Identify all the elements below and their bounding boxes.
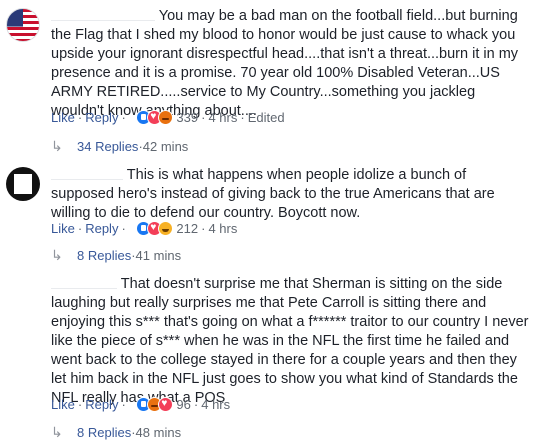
comment-actions: Like·Reply· 212·4 hrs bbox=[51, 220, 237, 238]
replies-time: 48 mins bbox=[135, 425, 182, 440]
reply-arrow-icon: ↳ bbox=[51, 138, 63, 154]
like-link[interactable]: Like bbox=[51, 110, 75, 125]
reactions[interactable] bbox=[136, 220, 174, 237]
timestamp[interactable]: 4 hrs bbox=[208, 221, 237, 236]
replies-time: 42 mins bbox=[142, 139, 189, 154]
edited-label[interactable]: Edited bbox=[248, 110, 285, 125]
replies-time: 41 mins bbox=[135, 248, 182, 263]
comment-body: This is what happens when people idolize… bbox=[51, 166, 531, 223]
commenter-name[interactable] bbox=[51, 8, 155, 21]
reaction-count: 96 bbox=[176, 397, 191, 412]
reply-link[interactable]: Reply bbox=[85, 221, 118, 236]
comment-actions: Like·Reply· 339·4 hrs·Edited bbox=[51, 109, 285, 127]
replies-count[interactable]: 34 Replies bbox=[77, 139, 138, 154]
reaction-count: 212 bbox=[176, 221, 199, 236]
timestamp[interactable]: 4 hrs bbox=[201, 397, 230, 412]
replies-count[interactable]: 8 Replies bbox=[77, 248, 131, 263]
view-replies[interactable]: ↳ 8 Replies·41 mins bbox=[51, 246, 181, 264]
reactions[interactable] bbox=[136, 396, 174, 413]
timestamp[interactable]: 4 hrs bbox=[208, 110, 237, 125]
avatar-image bbox=[14, 174, 32, 194]
reaction-count: 339 bbox=[176, 110, 199, 125]
reactions[interactable] bbox=[136, 109, 174, 126]
comment-text: You may be a bad man on the football fie… bbox=[51, 8, 519, 119]
love-reaction-icon bbox=[158, 396, 174, 412]
commenter-name[interactable] bbox=[51, 167, 123, 180]
like-link[interactable]: Like bbox=[51, 221, 75, 236]
avatar[interactable] bbox=[6, 8, 40, 42]
comment-body: You may be a bad man on the football fie… bbox=[51, 7, 531, 121]
commenter-name[interactable] bbox=[51, 276, 117, 289]
reply-link[interactable]: Reply bbox=[85, 110, 118, 125]
like-link[interactable]: Like bbox=[51, 397, 75, 412]
comment-actions: Like·Reply· 96·4 hrs bbox=[51, 396, 230, 414]
reply-arrow-icon: ↳ bbox=[51, 424, 63, 440]
angry-reaction-icon bbox=[158, 110, 174, 125]
reply-link[interactable]: Reply bbox=[85, 397, 118, 412]
avatar[interactable] bbox=[6, 167, 40, 201]
view-replies[interactable]: ↳ 8 Replies·48 mins bbox=[51, 423, 181, 441]
replies-count[interactable]: 8 Replies bbox=[77, 425, 131, 440]
view-replies[interactable]: ↳ 34 Replies·42 mins bbox=[51, 137, 188, 155]
reply-arrow-icon: ↳ bbox=[51, 247, 63, 263]
haha-reaction-icon bbox=[158, 221, 174, 236]
comment-text: That doesn't surprise me that Sherman is… bbox=[51, 276, 529, 406]
comment-body: That doesn't surprise me that Sherman is… bbox=[51, 275, 531, 408]
